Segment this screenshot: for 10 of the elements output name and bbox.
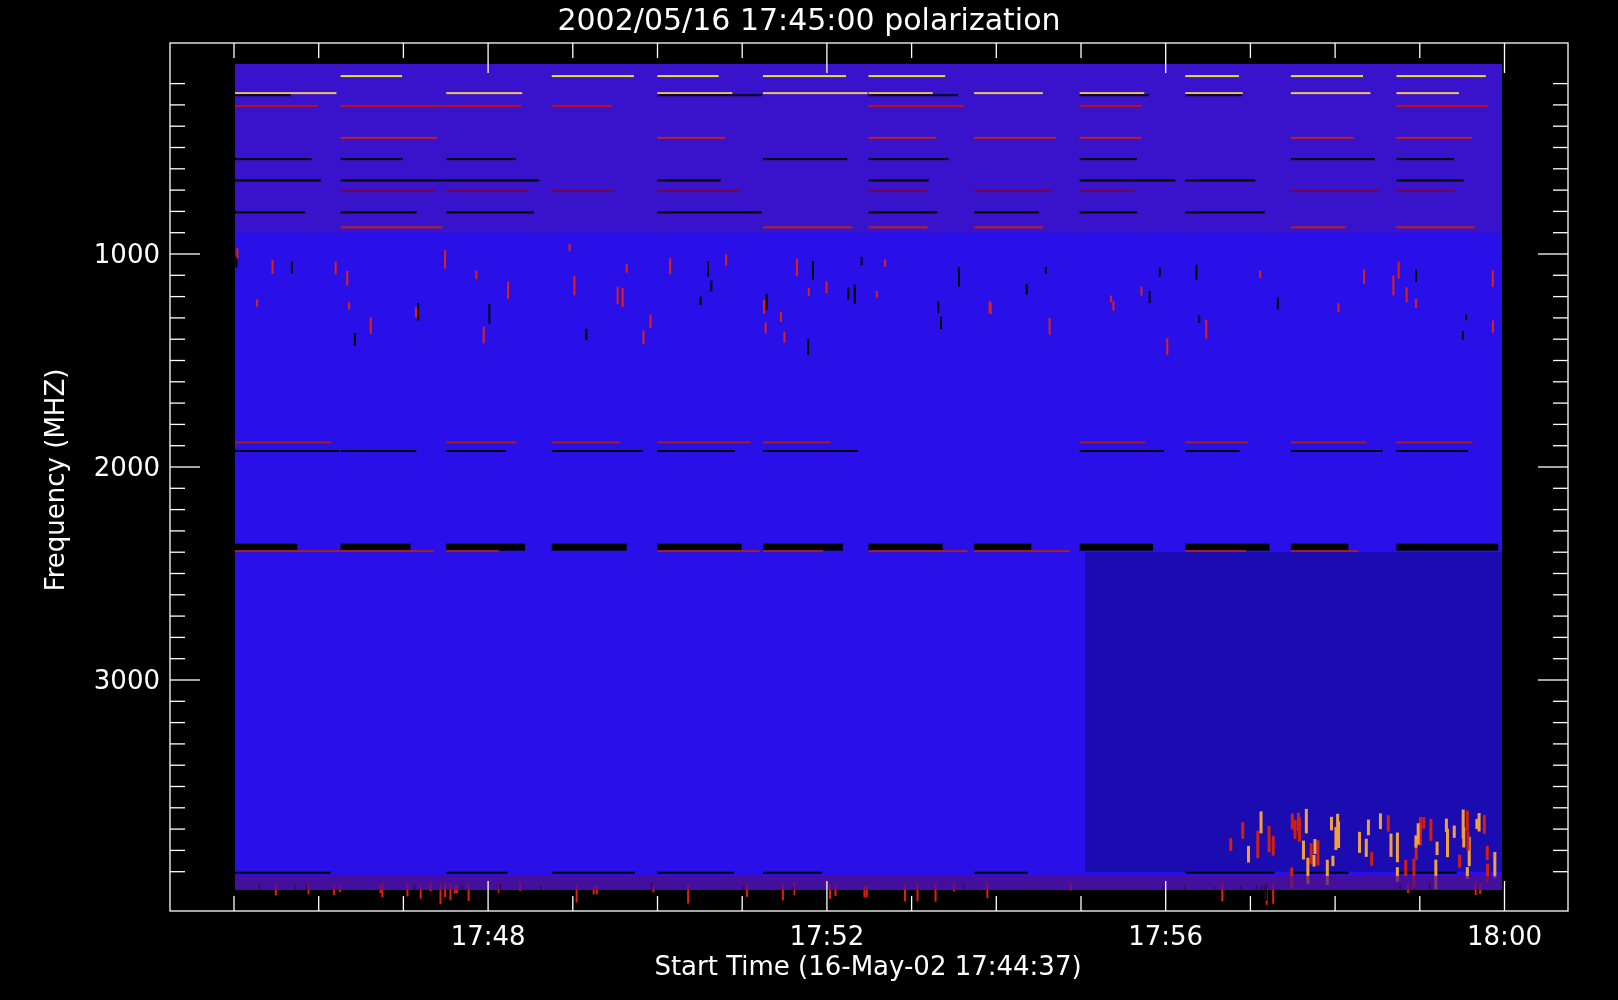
x-tick-label: 17:52 xyxy=(789,921,865,951)
x-tick-label: 17:48 xyxy=(450,921,526,951)
x-tick-label: 18:00 xyxy=(1467,921,1542,951)
y-tick-label: 2000 xyxy=(93,452,160,482)
x-axis-label: Start Time (16-May-02 17:44:37) xyxy=(654,951,1082,981)
y-axis-label: Frequency (MHZ) xyxy=(40,368,70,592)
y-tick-label: 1000 xyxy=(93,239,160,269)
x-tick-label: 17:56 xyxy=(1128,921,1204,951)
y-tick-label: 3000 xyxy=(93,665,160,695)
chart-title: 2002/05/16 17:45:00 polarization xyxy=(557,2,1061,37)
